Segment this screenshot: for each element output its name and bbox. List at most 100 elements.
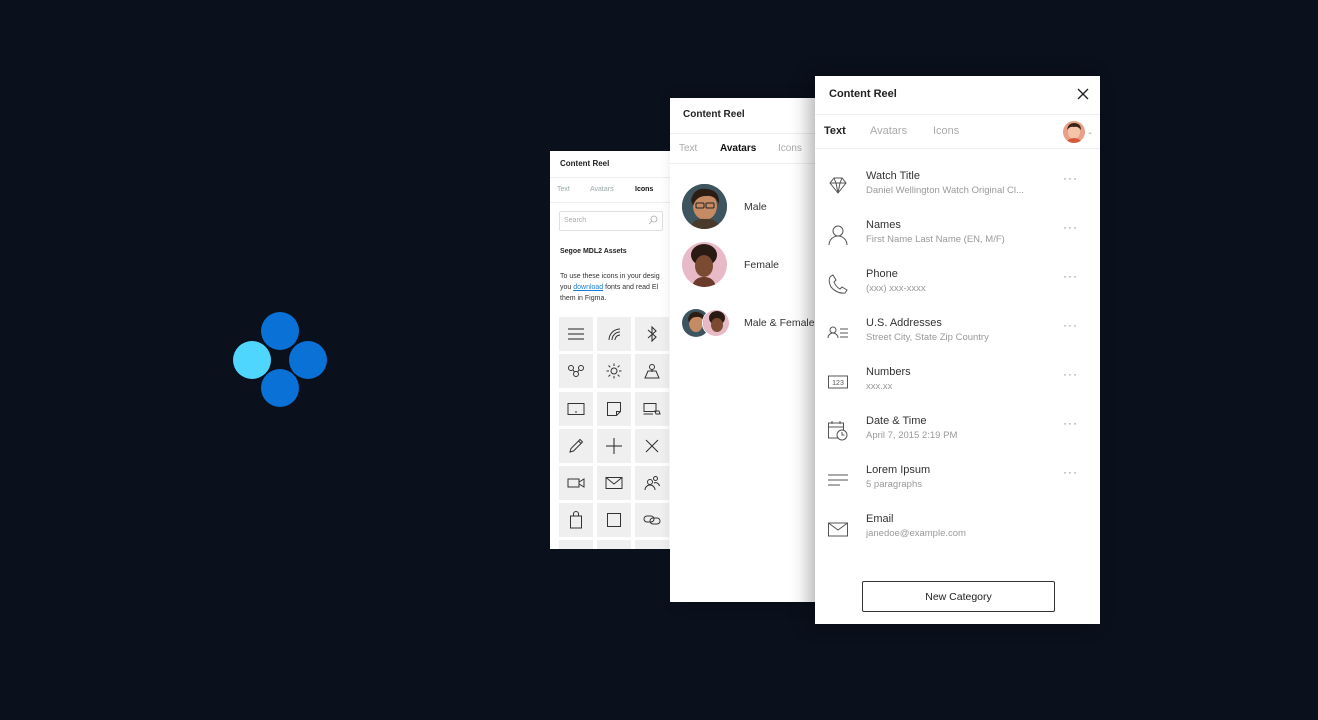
note-icon[interactable] [597, 392, 631, 426]
text-item-numbers[interactable]: 123 Numbers xxx.xx ··· [815, 359, 1100, 408]
avatar-label: Male & Female [744, 317, 815, 329]
more-options-icon[interactable]: ··· [1063, 220, 1078, 234]
tab-bar: Text Avatars Icons [550, 177, 675, 203]
paragraph-icon [828, 474, 848, 486]
desc-line: To use these icons in your desig [560, 273, 660, 280]
section-title: Segoe MDL2 Assets [560, 248, 627, 255]
edit-icon[interactable] [559, 429, 593, 463]
plugin-logo [232, 312, 328, 408]
avatar-label: Male [744, 200, 767, 213]
download-link[interactable]: download [573, 284, 603, 291]
more-options-icon[interactable]: ··· [1063, 171, 1078, 185]
desc-text: fonts and read El [603, 284, 659, 291]
item-name: Numbers [866, 366, 911, 378]
item-sub: April 7, 2015 2:19 PM [866, 430, 958, 441]
bluetooth-icon[interactable] [635, 317, 669, 351]
more-options-icon[interactable]: ··· [1063, 416, 1078, 430]
user-profile-button[interactable]: ⌄ [1063, 121, 1093, 143]
tab-avatars[interactable]: Avatars [720, 143, 756, 154]
text-item-watch-title[interactable]: Watch Title Daniel Wellington Watch Orig… [815, 163, 1100, 212]
diamond-icon [829, 177, 847, 194]
more-options-icon[interactable]: ··· [1063, 269, 1078, 283]
wifi-icon[interactable] [597, 317, 631, 351]
tab-icons[interactable]: Icons [778, 143, 802, 154]
item-name: Watch Title [866, 170, 920, 182]
map-icon[interactable] [635, 354, 669, 388]
item-sub: Daniel Wellington Watch Original Cl... [866, 185, 1024, 196]
brightness-icon[interactable] [597, 354, 631, 388]
svg-text:123: 123 [832, 380, 844, 387]
tab-text[interactable]: Text [679, 143, 697, 154]
item-name: Email [866, 513, 894, 525]
logo-dot-bottom [261, 369, 299, 407]
add-icon[interactable] [597, 429, 631, 463]
text-panel: Content Reel Text Avatars Icons ⌄ Watch … [815, 76, 1100, 624]
search-placeholder: Search [564, 217, 587, 224]
menu-icon[interactable] [559, 317, 593, 351]
item-name: Date & Time [866, 415, 927, 427]
female-avatar-image [682, 242, 727, 287]
description: To use these icons in your desig you dow… [560, 271, 674, 305]
item-name: Names [866, 219, 901, 231]
avatar-item-female[interactable]: Female [682, 242, 779, 287]
sync-device-icon[interactable] [635, 392, 669, 426]
contact-list-icon [827, 326, 848, 339]
mail-icon [828, 522, 848, 537]
avatar-female [702, 309, 730, 337]
shopping-bag-icon[interactable] [559, 503, 593, 537]
close-icon[interactable] [1076, 87, 1090, 101]
grid-cell[interactable] [597, 540, 631, 549]
item-sub: xxx.xx [866, 381, 893, 392]
item-sub: janedoe@example.com [866, 528, 966, 539]
avatar-item-male-female[interactable]: Male & Female [682, 309, 815, 337]
grid-cell[interactable] [559, 540, 593, 549]
search-input[interactable]: Search [559, 211, 663, 231]
link-icon[interactable] [635, 503, 669, 537]
mail-icon[interactable] [597, 466, 631, 500]
new-category-button[interactable]: New Category [862, 581, 1055, 612]
video-icon[interactable] [559, 466, 593, 500]
logo-dot-top [261, 312, 299, 350]
tab-icons[interactable]: Icons [933, 125, 959, 137]
grid-cell[interactable] [635, 540, 669, 549]
item-name: Lorem Ipsum [866, 464, 931, 476]
desc-line: you download fonts and read El [560, 282, 674, 293]
stop-icon[interactable] [597, 503, 631, 537]
icons-panel: Content Reel Text Avatars Icons Search S… [550, 151, 675, 549]
text-item-us-addresses[interactable]: U.S. Addresses Street City, State Zip Co… [815, 310, 1100, 359]
item-sub: 5 paragraphs [866, 479, 922, 490]
avatar [682, 242, 727, 287]
tab-text[interactable]: Text [557, 186, 570, 193]
avatars-panel: Content Reel Text Avatars Icons Male Fem… [670, 98, 820, 602]
avatar-label: Female [744, 258, 780, 271]
avatar-item-male[interactable]: Male [682, 184, 767, 229]
text-item-lorem-ipsum[interactable]: Lorem Ipsum 5 paragraphs ··· [815, 457, 1100, 506]
tab-avatars[interactable]: Avatars [870, 125, 907, 137]
item-name: Phone [866, 268, 898, 280]
cancel-icon[interactable] [635, 429, 669, 463]
more-options-icon[interactable]: ··· [1063, 318, 1078, 332]
tab-avatars[interactable]: Avatars [590, 186, 614, 193]
desc-text: you [560, 284, 574, 291]
tablet-icon[interactable] [559, 392, 593, 426]
item-sub: First Name Last Name (EN, M/F) [866, 234, 1005, 245]
connect-icon[interactable] [559, 354, 593, 388]
item-name: U.S. Addresses [866, 317, 942, 329]
panel-title: Content Reel [683, 109, 745, 120]
tab-text[interactable]: Text [824, 125, 846, 137]
more-options-icon[interactable]: ··· [1063, 367, 1078, 381]
male-avatar-image [682, 184, 727, 229]
more-options-icon[interactable]: ··· [1063, 465, 1078, 479]
search-icon [648, 215, 658, 225]
tab-bar: Text Avatars Icons ⌄ [815, 114, 1100, 149]
text-item-date-time[interactable]: Date & Time April 7, 2015 2:19 PM ··· [815, 408, 1100, 457]
chevron-down-icon: ⌄ [1087, 129, 1093, 136]
tab-icons[interactable]: Icons [635, 186, 653, 193]
people-icon[interactable] [635, 466, 669, 500]
logo-dot-left [233, 341, 271, 379]
text-item-email[interactable]: Email janedoe@example.com [815, 506, 1100, 555]
logo-dot-right [289, 341, 327, 379]
text-item-names[interactable]: Names First Name Last Name (EN, M/F) ··· [815, 212, 1100, 261]
numbers-icon: 123 [828, 375, 848, 389]
text-item-phone[interactable]: Phone (xxx) xxx-xxxx ··· [815, 261, 1100, 310]
